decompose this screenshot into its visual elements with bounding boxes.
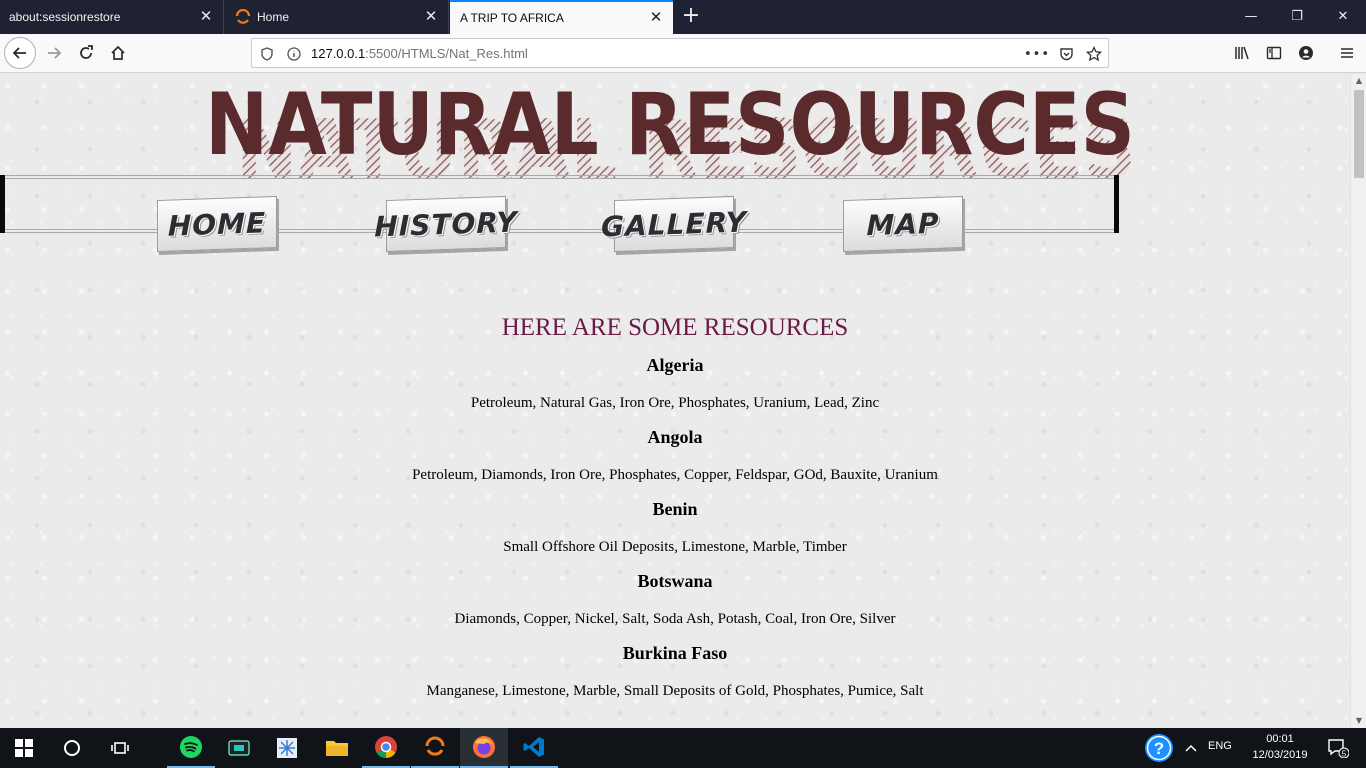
firefox-icon[interactable]	[460, 728, 508, 768]
tab-title: about:sessionrestore	[9, 10, 121, 24]
task-view-icon[interactable]	[96, 728, 144, 768]
rail-line	[0, 178, 1118, 179]
nav-gallery-button[interactable]: GALLERY	[601, 195, 747, 253]
pocket-icon[interactable]	[1057, 45, 1075, 63]
rail-line	[0, 175, 1118, 176]
country-name: Angola	[647, 427, 703, 447]
banner-title-text: NATURAL RESOURCES	[205, 78, 1135, 175]
navigation-toolbar: 127.0.0.1:5500/HTMLS/Nat_Res.html •••	[0, 34, 1366, 73]
country-name: Benin	[652, 499, 698, 519]
bookmark-star-icon[interactable]	[1085, 45, 1103, 63]
rail-end-right	[1114, 175, 1119, 233]
resources-content: HERE ARE SOME RESOURCES Algeria Petroleu…	[0, 310, 1350, 712]
help-icon[interactable]: ?	[1142, 728, 1176, 768]
page-viewport: NATURAL RESOURCES NATURAL RESOURCES HOME…	[0, 74, 1350, 728]
nav-home-button[interactable]: HOME	[157, 195, 277, 253]
windows-start-icon[interactable]	[0, 728, 48, 768]
minimize-icon[interactable]: —	[1228, 0, 1274, 34]
spotify-icon[interactable]	[167, 728, 215, 768]
nav-history-label: HISTORY	[374, 204, 518, 244]
tab-title: A TRIP TO AFRICA	[460, 11, 564, 25]
clock-time: 00:01	[1266, 733, 1294, 745]
scroll-thumb[interactable]	[1354, 90, 1364, 178]
notification-count: 5	[1342, 750, 1347, 759]
country-resources: Petroleum, Natural Gas, Iron Ore, Phosph…	[470, 395, 880, 411]
nav-history-button[interactable]: HISTORY	[374, 195, 518, 253]
window-close-icon[interactable]: ✕	[1320, 0, 1366, 34]
page-actions-menu-icon[interactable]: •••	[1024, 45, 1049, 63]
close-icon[interactable]: ✕	[649, 10, 663, 25]
rail-end-left	[0, 175, 5, 233]
orange-arc-app-icon[interactable]	[411, 728, 459, 768]
country-resources: Petroleum, Diamonds, Iron Ore, Phosphate…	[412, 467, 938, 483]
close-icon[interactable]: ✕	[199, 9, 213, 24]
forward-arrow-icon[interactable]	[38, 37, 70, 69]
vscode-icon[interactable]	[510, 728, 558, 768]
scroll-down-icon[interactable]: ▼	[1351, 714, 1366, 728]
country-name: Algeria	[646, 355, 704, 375]
orange-arc-icon	[235, 9, 251, 24]
tab-sessionrestore[interactable]: about:sessionrestore ✕	[0, 0, 224, 34]
help-icon-label: ?	[1154, 739, 1164, 758]
country-name: Botswana	[637, 571, 713, 591]
nav-map-label: MAP	[866, 206, 940, 242]
taskbar: ? ENG 00:01 12/03/2019 5	[0, 728, 1366, 768]
country-resources: Manganese, Limestone, Marble, Small Depo…	[426, 683, 924, 699]
page-scrollbar[interactable]: ▲ ▼	[1350, 74, 1366, 728]
url-text[interactable]: 127.0.0.1:5500/HTMLS/Nat_Res.html	[311, 46, 528, 61]
shield-icon[interactable]	[258, 45, 276, 63]
url-host: 127.0.0.1	[311, 46, 366, 61]
tab-title: Home	[257, 10, 290, 24]
nav-gallery-label: GALLERY	[601, 204, 747, 244]
url-path: :5500/HTMLS/Nat_Res.html	[365, 46, 528, 61]
show-hidden-icons-chevron-icon[interactable]	[1178, 728, 1204, 768]
back-arrow-icon[interactable]	[4, 37, 36, 69]
account-icon[interactable]	[1290, 37, 1322, 69]
close-icon[interactable]: ✕	[424, 9, 438, 24]
info-icon[interactable]	[285, 45, 303, 63]
restore-icon[interactable]: ❐	[1274, 0, 1320, 34]
snowflake-app-icon[interactable]	[263, 728, 311, 768]
reload-icon[interactable]	[70, 37, 102, 69]
language-indicator[interactable]: ENG	[1208, 740, 1232, 752]
hamburger-menu-icon[interactable]	[1331, 37, 1363, 69]
clock-date: 12/03/2019	[1252, 749, 1308, 761]
country-resources: Diamonds, Copper, Nickel, Salt, Soda Ash…	[454, 611, 896, 627]
tab-strip: about:sessionrestore ✕ Home ✕ A TRIP TO …	[0, 0, 1366, 34]
search-circle-icon[interactable]	[48, 728, 96, 768]
url-bar[interactable]: 127.0.0.1:5500/HTMLS/Nat_Res.html •••	[251, 38, 1109, 68]
country-name: Burkina Faso	[622, 643, 728, 663]
nav-home-label: HOME	[167, 205, 267, 243]
country-resources: Small Offshore Oil Deposits, Limestone, …	[503, 539, 847, 555]
clock[interactable]: 00:01 12/03/2019	[1246, 731, 1314, 763]
home-icon[interactable]	[102, 37, 134, 69]
tab-home[interactable]: Home ✕	[225, 0, 449, 34]
tab-trip-to-africa[interactable]: A TRIP TO AFRICA ✕	[450, 0, 673, 34]
library-icon[interactable]	[1226, 37, 1258, 69]
banner-title: NATURAL RESOURCES NATURAL RESOURCES	[205, 78, 1136, 188]
file-explorer-icon[interactable]	[313, 728, 361, 768]
notifications-icon[interactable]: 5	[1318, 728, 1358, 768]
chrome-icon[interactable]	[362, 728, 410, 768]
nav-map-button[interactable]: MAP	[843, 195, 963, 253]
new-tab-plus-icon[interactable]: +	[680, 5, 702, 28]
resources-heading: HERE ARE SOME RESOURCES	[501, 314, 849, 341]
sidebar-icon[interactable]	[1258, 37, 1290, 69]
scroll-up-icon[interactable]: ▲	[1351, 74, 1366, 88]
video-editor-icon[interactable]	[215, 728, 263, 768]
